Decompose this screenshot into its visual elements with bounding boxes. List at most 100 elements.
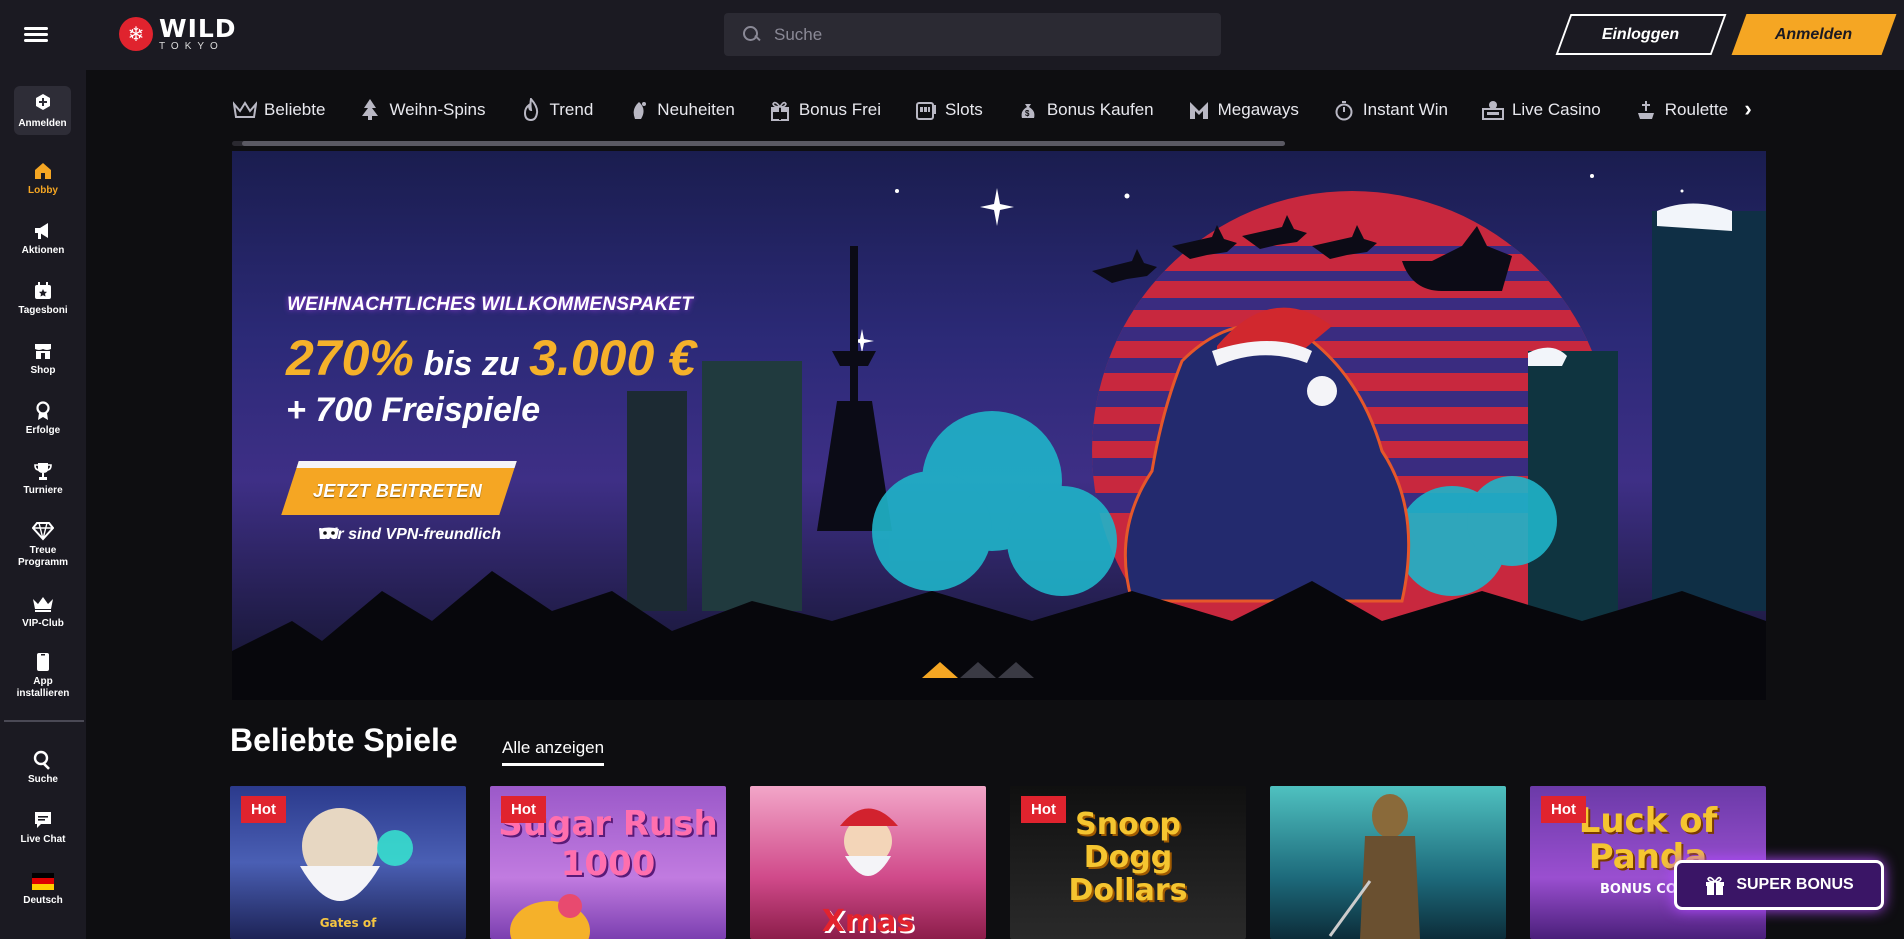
sidebar-item-label: Shop: [30, 365, 56, 376]
category-label: Neuheiten: [657, 100, 735, 119]
crown-outline-icon: [232, 97, 258, 123]
hot-badge: Hot: [1541, 796, 1586, 823]
game-title: Xmas: [821, 904, 915, 939]
diamond-icon: [32, 520, 54, 542]
category-scrollbar-thumb[interactable]: [242, 141, 1285, 146]
banner-headline: 270% bis zu 3.000 €: [286, 329, 696, 387]
sidebar-item-suche[interactable]: Suche: [0, 749, 86, 786]
category-megaways[interactable]: Megaways: [1186, 97, 1299, 123]
register-button[interactable]: Anmelden: [1731, 14, 1897, 55]
hot-badge: Hot: [501, 796, 546, 823]
login-button[interactable]: Einloggen: [1555, 14, 1727, 55]
category-weihn-spins[interactable]: Weihn-Spins: [357, 97, 486, 123]
category-instant-win[interactable]: Instant Win: [1331, 97, 1448, 123]
category-trend[interactable]: Trend: [518, 97, 594, 123]
hero-banner[interactable]: WEIHNACHTLICHES WILLKOMMENSPAKET 270% bi…: [232, 151, 1766, 700]
money-bag-icon: $: [1015, 97, 1041, 123]
slot-machine-icon: [913, 97, 939, 123]
sidebar-item-aktionen[interactable]: Aktionen: [0, 220, 86, 257]
sidebar-item-tagesboni[interactable]: Tagesboni: [0, 280, 86, 317]
home-icon: [32, 160, 54, 182]
banner-free-spins: + 700 Freispiele: [286, 391, 541, 429]
game-card[interactable]: [1270, 786, 1506, 939]
banner-dot[interactable]: [998, 662, 1034, 678]
sparkle-icon: [625, 97, 651, 123]
flag-de-icon: [32, 872, 54, 890]
roulette-icon: [1633, 97, 1659, 123]
category-bonus-kaufen[interactable]: $ Bonus Kaufen: [1015, 97, 1154, 123]
hot-badge: Hot: [1021, 796, 1066, 823]
category-slots[interactable]: Slots: [913, 97, 983, 123]
sidebar-item-label: Tagesboni: [18, 305, 68, 316]
category-neuheiten[interactable]: Neuheiten: [625, 97, 735, 123]
category-label: Instant Win: [1362, 100, 1448, 119]
category-roulette[interactable]: Roulette: [1633, 97, 1728, 123]
game-card[interactable]: Hot Gates of: [230, 786, 466, 939]
search-bar[interactable]: [724, 13, 1221, 56]
stopwatch-icon: [1331, 97, 1357, 123]
sidebar-item-label: Treue Programm: [17, 545, 68, 568]
sidebar-register-button[interactable]: Anmelden: [14, 86, 71, 135]
gift-icon: [1706, 876, 1725, 895]
category-label: Roulette: [1664, 100, 1729, 119]
sidebar-item-vip-club[interactable]: VIP-Club: [0, 593, 86, 630]
crown-icon: [32, 593, 54, 615]
sidebar-item-shop[interactable]: Shop: [0, 340, 86, 377]
game-card[interactable]: Snoop Dogg Dollars Hot: [1010, 786, 1246, 939]
medal-icon: [32, 400, 54, 422]
flame-icon: [518, 97, 544, 123]
banner-dot[interactable]: [922, 662, 958, 678]
sidebar-item-treue-programm[interactable]: Treue Programm: [0, 520, 86, 568]
game-card[interactable]: Sugar Rush 1000 Hot: [490, 786, 726, 939]
sidebar-item-lobby[interactable]: Lobby: [0, 160, 86, 197]
gift-icon: [767, 97, 793, 123]
join-now-label: JETZT BEITRETEN: [313, 481, 483, 501]
login-label: Einloggen: [1602, 25, 1680, 43]
super-bonus-button[interactable]: SUPER BONUS: [1674, 860, 1884, 910]
sidebar-item-label: Suche: [27, 774, 58, 785]
banner-middle: bis zu: [413, 345, 530, 383]
sidebar-item-live-chat[interactable]: Live Chat: [0, 809, 86, 846]
sidebar-item-turniere[interactable]: Turniere: [0, 460, 86, 497]
category-bar: Beliebte Weihn-Spins Trend Neuheiten Bon…: [232, 90, 1762, 130]
category-bonus-frei[interactable]: Bonus Frei: [767, 97, 881, 123]
category-live-casino[interactable]: Live Casino: [1480, 97, 1601, 123]
calendar-star-icon: [32, 280, 54, 302]
games-row: Hot Gates of Sugar Rush 1000 Hot Xmas Sn…: [230, 786, 1766, 939]
sidebar-item-label: App installieren: [16, 676, 70, 699]
game-art: [1328, 794, 1420, 939]
game-subtitle: BONUS CO: [1600, 882, 1677, 897]
category-label: Beliebte: [264, 100, 326, 119]
banner-dot[interactable]: [960, 662, 996, 678]
sidebar-item-language[interactable]: Deutsch: [0, 870, 86, 907]
sidebar-item-label: Lobby: [28, 185, 58, 196]
category-beliebte[interactable]: Beliebte: [232, 97, 325, 123]
phone-icon: [32, 651, 54, 673]
sidebar-item-label: Live Chat: [20, 834, 66, 845]
register-label: Anmelden: [1775, 25, 1853, 43]
category-label: Bonus Kaufen: [1046, 100, 1154, 119]
svg-text:$: $: [1025, 109, 1030, 118]
christmas-tree-icon: [357, 97, 383, 123]
snowflake-icon: ❄: [119, 17, 153, 51]
category-label: Live Casino: [1511, 100, 1601, 119]
section-title: Beliebte Spiele: [230, 722, 458, 758]
chevron-right-icon[interactable]: ›: [1740, 96, 1756, 122]
join-now-button[interactable]: JETZT BEITRETEN: [281, 461, 517, 515]
sidebar-item-app-installieren[interactable]: App installieren: [0, 651, 86, 699]
category-label: Trend: [549, 100, 594, 119]
view-all-link[interactable]: Alle anzeigen: [502, 738, 605, 766]
logo[interactable]: ❄ WILD TOKYO: [119, 12, 237, 56]
super-bonus-label: SUPER BONUS: [1736, 876, 1854, 893]
vpn-label: Wir sind VPN-freundlich: [318, 526, 501, 543]
category-label: Megaways: [1217, 100, 1299, 119]
mask-icon: [319, 527, 339, 540]
shop-icon: [32, 340, 54, 362]
sidebar-item-label: VIP-Club: [22, 618, 64, 629]
logo-tokyo: TOKYO: [159, 41, 224, 52]
search-input[interactable]: [774, 24, 1174, 45]
sidebar-register-label: Anmelden: [18, 117, 67, 129]
menu-icon[interactable]: [24, 27, 48, 43]
sidebar-item-erfolge[interactable]: Erfolge: [0, 400, 86, 437]
game-card[interactable]: Xmas: [750, 786, 986, 939]
